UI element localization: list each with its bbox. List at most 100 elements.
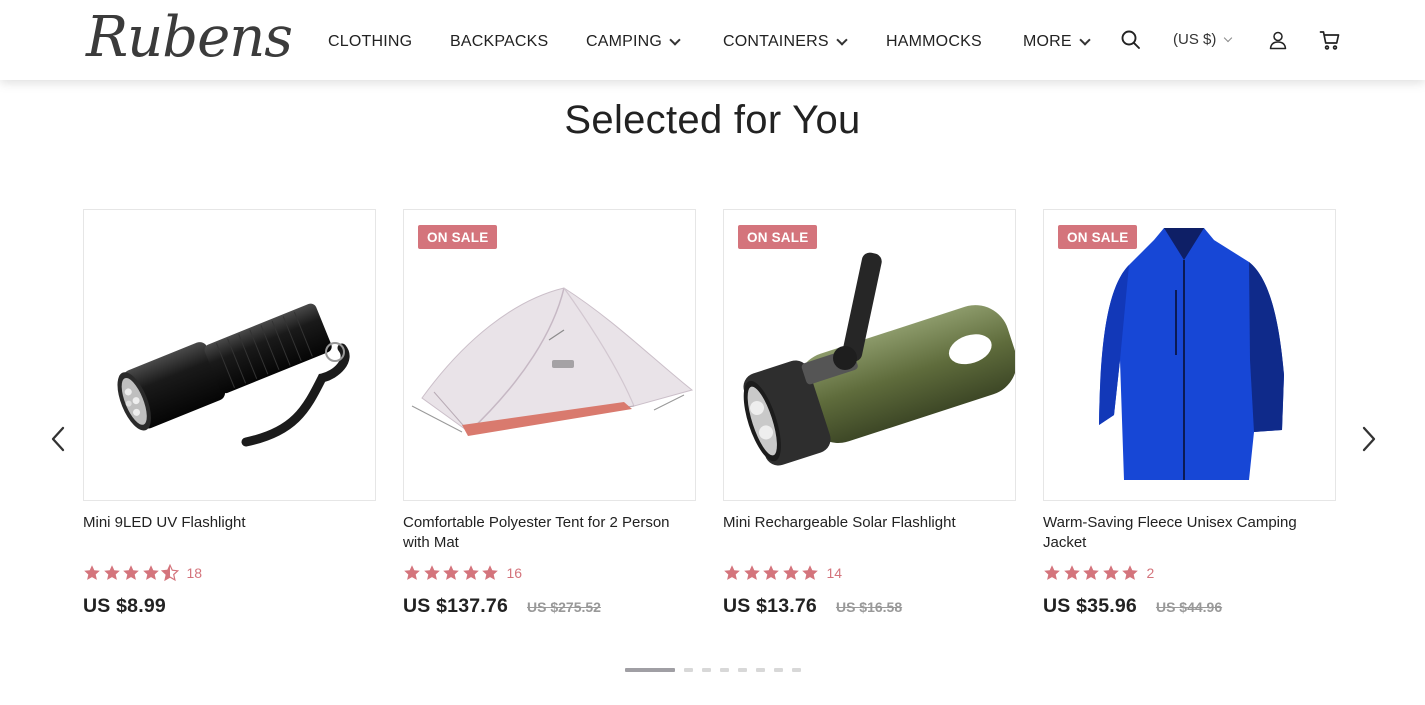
product-image[interactable]: ON SALE [1043, 209, 1336, 501]
search-icon [1121, 30, 1140, 49]
carousel-dot[interactable] [738, 668, 747, 672]
star-icon [142, 565, 159, 580]
nav-item-containers[interactable]: CONTAINERS [723, 30, 848, 54]
star-icon [724, 565, 740, 580]
carousel-pagination [625, 668, 810, 672]
product-price: US $8.99 [83, 595, 166, 618]
product-image[interactable]: ON SALE [723, 209, 1016, 501]
product-rating: 2 [1043, 564, 1154, 582]
site-header: Rubens CLOTHING BACKPACKS CAMPING CONTAI… [0, 0, 1425, 80]
carousel-dot[interactable] [625, 668, 675, 672]
carousel-dot[interactable] [684, 668, 693, 672]
star-icon [161, 564, 179, 582]
star-icon [103, 565, 120, 580]
cart-icon [1319, 31, 1340, 50]
nav-item-label: BACKPACKS [450, 33, 549, 50]
product-name[interactable]: Mini 9LED UV Flashlight [83, 513, 373, 533]
chevron-down-icon [1224, 33, 1233, 42]
review-count: 2 [1146, 565, 1155, 581]
product-name[interactable]: Mini Rechargeable Solar Flashlight [723, 513, 1013, 533]
chevron-down-icon [669, 33, 681, 46]
carousel-dot[interactable] [756, 668, 765, 672]
product-price: US $35.96 US $44.96 [1043, 595, 1222, 618]
nav-item-label: MORE [1023, 33, 1072, 50]
original-price: US $44.96 [1155, 599, 1223, 615]
current-price: US $137.76 [403, 595, 508, 617]
product-card[interactable]: ON SALE Comfortable Polyester Tent for 2… [403, 209, 696, 629]
product-image[interactable]: ON SALE [403, 209, 696, 501]
carousel-dot[interactable] [792, 668, 801, 672]
section-title: Selected for You [564, 98, 861, 142]
chevron-down-icon [1079, 33, 1091, 46]
rating-stars [403, 564, 501, 582]
currency-label: (US $) [1173, 31, 1217, 48]
nav-item-more[interactable]: MORE [1023, 30, 1091, 54]
product-price: US $13.76 US $16.58 [723, 595, 902, 618]
nav-item-camping[interactable]: CAMPING [586, 30, 681, 54]
product-card[interactable]: ON SALE Warm-Saving Fleece Unisex Campin… [1043, 209, 1336, 629]
cart-button[interactable] [1318, 28, 1344, 54]
sale-badge: ON SALE [738, 225, 818, 249]
star-icon [423, 565, 440, 580]
nav-item-hammocks[interactable]: HAMMOCKS [886, 30, 982, 54]
original-price: US $275.52 [527, 599, 601, 615]
product-name[interactable]: Comfortable Polyester Tent for 2 Person … [403, 513, 693, 553]
sale-badge: ON SALE [1058, 225, 1138, 249]
solar-flashlight-image [743, 252, 1015, 466]
review-count: 18 [186, 565, 203, 581]
chevron-down-icon [836, 33, 848, 46]
product-rating: 14 [723, 564, 842, 582]
carousel-dot[interactable] [720, 668, 729, 672]
star-icon [763, 565, 779, 580]
review-count: 16 [506, 565, 523, 581]
nav-item-label: CAMPING [586, 33, 663, 50]
chevron-left-icon [51, 426, 65, 452]
star-icon [404, 565, 420, 580]
original-price: US $16.58 [835, 599, 903, 615]
carousel-prev-button[interactable] [44, 424, 74, 454]
star-icon [123, 565, 139, 580]
star-icon [802, 565, 818, 580]
star-icon [1083, 565, 1099, 580]
currency-selector[interactable]: (US $) [1173, 31, 1233, 48]
chevron-right-icon [1362, 426, 1376, 452]
star-icon [1063, 565, 1080, 580]
star-icon [782, 565, 799, 580]
product-name[interactable]: Warm-Saving Fleece Unisex Camping Jacket [1043, 513, 1333, 553]
user-icon [1269, 31, 1287, 50]
product-card[interactable]: ON SALE Mini Rechargeable Solar Flashlig… [723, 209, 1016, 629]
product-rating: 16 [403, 564, 522, 582]
star-icon [462, 565, 479, 580]
carousel-dot[interactable] [702, 668, 711, 672]
review-count: 14 [826, 565, 843, 581]
rating-stars [1043, 564, 1141, 582]
nav-item-label: CONTAINERS [723, 33, 829, 50]
nav-item-clothing[interactable]: CLOTHING [328, 30, 412, 54]
carousel-dot[interactable] [774, 668, 783, 672]
jacket-image [1099, 228, 1284, 480]
nav-item-backpacks[interactable]: BACKPACKS [450, 30, 548, 54]
sale-badge: ON SALE [418, 225, 498, 249]
star-icon [1102, 565, 1119, 580]
search-button[interactable] [1119, 28, 1145, 54]
account-button[interactable] [1266, 28, 1292, 54]
nav-item-label: CLOTHING [328, 33, 413, 50]
rating-stars [83, 564, 181, 582]
tent-image [411, 287, 694, 436]
brand-logo[interactable]: Rubens [86, 2, 293, 74]
star-icon [482, 565, 498, 580]
flashlight-image [117, 303, 350, 447]
current-price: US $35.96 [1043, 595, 1137, 617]
star-icon [1044, 565, 1060, 580]
current-price: US $8.99 [83, 595, 166, 617]
product-card[interactable]: Mini 9LED UV Flashlight 18 US $8.99 [83, 209, 376, 629]
product-price: US $137.76 US $275.52 [403, 595, 601, 618]
star-icon [743, 565, 760, 580]
carousel-next-button[interactable] [1353, 424, 1383, 454]
current-price: US $13.76 [723, 595, 817, 617]
product-rating: 18 [83, 564, 202, 582]
nav-item-label: HAMMOCKS [886, 33, 982, 50]
rating-stars [723, 564, 821, 582]
star-icon [1122, 565, 1138, 580]
product-image[interactable] [83, 209, 376, 501]
